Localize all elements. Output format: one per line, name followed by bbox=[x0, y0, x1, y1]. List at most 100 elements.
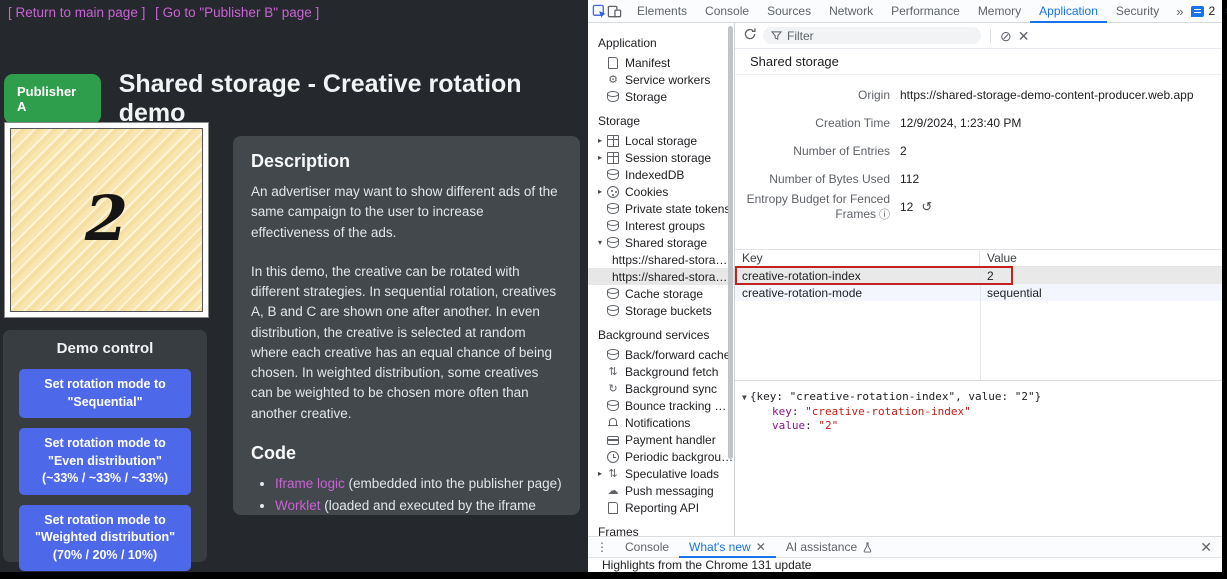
sidebar-item-label: https://shared-storage... bbox=[612, 270, 734, 284]
table-row[interactable]: creative-rotation-mode sequential bbox=[735, 284, 1222, 301]
sidebar-item-payment-handler[interactable]: Payment handler bbox=[588, 431, 734, 448]
funnel-icon bbox=[771, 30, 782, 41]
drawer-tab-console[interactable]: Console bbox=[615, 537, 679, 558]
tab-memory[interactable]: Memory bbox=[969, 0, 1030, 23]
drawer-tabbar: ⋮ Console What's new ✕ AI assistance ✕ bbox=[588, 536, 1222, 557]
whats-new-headline[interactable]: Highlights from the Chrome 131 update bbox=[602, 558, 811, 572]
sidebar-item-label: Manifest bbox=[625, 56, 670, 70]
close-drawer-icon[interactable]: ✕ bbox=[1200, 539, 1212, 555]
shared-storage-panel: ⊘ ✕ Shared storage Origin https://shared… bbox=[735, 23, 1222, 536]
filter-field[interactable] bbox=[763, 27, 981, 44]
sidebar-item-back-forward-cache[interactable]: Back/forward cache bbox=[588, 346, 734, 363]
sidebar-item-reporting-api[interactable]: Reporting API bbox=[588, 499, 734, 516]
tab-performance[interactable]: Performance bbox=[882, 0, 969, 23]
description-paragraph: In this demo, the creative can be rotate… bbox=[251, 262, 562, 424]
application-sidebar: Application Manifest Service workers Sto… bbox=[588, 23, 735, 536]
clear-all-icon[interactable]: ⊘ bbox=[1000, 29, 1012, 43]
sidebar-item-background-sync[interactable]: Background sync bbox=[588, 380, 734, 397]
sidebar-item-shared-storage-origin-1[interactable]: https://shared-storage... bbox=[588, 251, 734, 268]
publisher-b-link[interactable]: [ Go to "Publisher B" page ] bbox=[155, 5, 319, 20]
refresh-icon[interactable] bbox=[743, 27, 757, 44]
sidebar-item-bounce-tracking[interactable]: Bounce tracking miti... bbox=[588, 397, 734, 414]
issues-counter[interactable]: 2 bbox=[1191, 4, 1215, 18]
worklet-link[interactable]: Worklet bbox=[275, 498, 321, 513]
tab-network[interactable]: Network bbox=[820, 0, 882, 23]
sidebar-item-service-workers[interactable]: Service workers bbox=[588, 71, 734, 88]
column-header-key[interactable]: Key bbox=[735, 250, 980, 266]
sidebar-item-shared-storage-origin-2[interactable]: https://shared-storage... bbox=[588, 268, 734, 285]
tab-application[interactable]: Application bbox=[1030, 0, 1107, 23]
sidebar-item-label: Payment handler bbox=[625, 433, 716, 447]
expander-icon[interactable]: ▾ bbox=[598, 238, 607, 247]
sidebar-item-private-state-tokens[interactable]: Private state tokens bbox=[588, 200, 734, 217]
tab-sources[interactable]: Sources bbox=[758, 0, 820, 23]
sidebar-item-label: IndexedDB bbox=[625, 168, 684, 182]
close-tab-icon[interactable]: ✕ bbox=[756, 537, 766, 558]
iframe-logic-link[interactable]: Iframe logic bbox=[275, 476, 345, 491]
sidebar-item-cookies[interactable]: ▸Cookies bbox=[588, 183, 734, 200]
preview-property: key: "creative-rotation-index" bbox=[742, 405, 1222, 419]
sidebar-item-push-messaging[interactable]: Push messaging bbox=[588, 482, 734, 499]
metadata-row: Creation Time 12/9/2024, 1:23:40 PM bbox=[735, 109, 1222, 137]
up-down-arrows-icon bbox=[607, 468, 619, 480]
expander-icon[interactable]: ▸ bbox=[598, 136, 607, 145]
sidebar-item-indexeddb[interactable]: IndexedDB bbox=[588, 166, 734, 183]
sidebar-scrollbar-thumb[interactable] bbox=[728, 26, 733, 459]
preview-summary: {key: "creative-rotation-index", value: … bbox=[750, 390, 1041, 403]
sidebar-item-cache-storage[interactable]: Cache storage bbox=[588, 285, 734, 302]
button-line: "Sequential" bbox=[67, 395, 142, 409]
sidebar-item-label: Speculative loads bbox=[625, 467, 719, 481]
ad-creative-frame: 2 bbox=[4, 122, 209, 318]
field-label-text: Entropy Budget for Fenced Frames bbox=[747, 192, 890, 221]
cell-key: creative-rotation-mode bbox=[735, 286, 980, 300]
sidebar-item-speculative-loads[interactable]: ▸ Speculative loads bbox=[588, 465, 734, 482]
info-icon[interactable]: ⓘ bbox=[879, 209, 890, 221]
expander-icon[interactable]: ▸ bbox=[598, 153, 607, 162]
inspect-element-icon[interactable] bbox=[592, 0, 607, 22]
code-title: Code bbox=[251, 443, 562, 464]
file-icon bbox=[608, 502, 618, 514]
metadata-row: Entropy Budget for Fenced Framesⓘ 12 ↺ bbox=[735, 193, 1222, 221]
sidebar-item-periodic-background-sync[interactable]: Periodic backgroun... bbox=[588, 448, 734, 465]
tab-console[interactable]: Console bbox=[696, 0, 758, 23]
database-icon bbox=[607, 203, 619, 215]
sequential-mode-button[interactable]: Set rotation mode to "Sequential" bbox=[19, 369, 191, 418]
device-toolbar-icon[interactable] bbox=[607, 0, 622, 22]
sidebar-item-interest-groups[interactable]: Interest groups bbox=[588, 217, 734, 234]
more-tabs-icon[interactable]: » bbox=[1168, 4, 1191, 19]
sidebar-item-notifications[interactable]: Notifications bbox=[588, 414, 734, 431]
field-label: Origin bbox=[735, 88, 890, 102]
sidebar-item-manifest[interactable]: Manifest bbox=[588, 54, 734, 71]
cell-value: sequential bbox=[980, 286, 1222, 300]
expand-toggle-icon[interactable]: ▼ bbox=[742, 393, 747, 402]
tab-elements[interactable]: Elements bbox=[628, 0, 696, 23]
drawer-kebab-menu-icon[interactable]: ⋮ bbox=[588, 540, 615, 554]
drawer-tab-ai-assistance[interactable]: AI assistance bbox=[776, 537, 883, 558]
weighted-distribution-button[interactable]: Set rotation mode to "Weighted distribut… bbox=[19, 505, 191, 572]
sidebar-item-label: Service workers bbox=[625, 73, 710, 87]
sidebar-item-background-fetch[interactable]: Background fetch bbox=[588, 363, 734, 380]
return-main-link[interactable]: [ Return to main page ] bbox=[8, 5, 145, 20]
cloud-icon bbox=[607, 485, 619, 497]
drawer-tab-label: AI assistance bbox=[786, 537, 857, 558]
field-value-text: 12 bbox=[900, 200, 913, 214]
sidebar-item-storage[interactable]: Storage bbox=[588, 88, 734, 105]
expander-icon[interactable]: ▸ bbox=[598, 469, 607, 478]
demo-control-title: Demo control bbox=[3, 340, 207, 357]
sidebar-item-local-storage[interactable]: ▸Local storage bbox=[588, 132, 734, 149]
tab-security[interactable]: Security bbox=[1107, 0, 1168, 23]
drawer-tab-whats-new[interactable]: What's new ✕ bbox=[679, 537, 776, 558]
button-line: "Even distribution" bbox=[48, 454, 162, 468]
even-distribution-button[interactable]: Set rotation mode to "Even distribution"… bbox=[19, 428, 191, 495]
sidebar-item-storage-buckets[interactable]: Storage buckets bbox=[588, 302, 734, 319]
up-down-arrows-icon bbox=[607, 366, 619, 378]
column-header-value[interactable]: Value bbox=[980, 251, 1222, 265]
reset-budget-icon[interactable]: ↺ bbox=[921, 199, 932, 215]
sidebar-item-session-storage[interactable]: ▸Session storage bbox=[588, 149, 734, 166]
filter-input[interactable] bbox=[787, 29, 973, 43]
table-row[interactable]: creative-rotation-index 2 bbox=[735, 267, 1222, 284]
expander-icon[interactable]: ▸ bbox=[598, 187, 607, 196]
delete-selected-icon[interactable]: ✕ bbox=[1018, 29, 1030, 43]
column-divider[interactable] bbox=[980, 250, 981, 380]
sidebar-item-shared-storage[interactable]: ▾Shared storage bbox=[588, 234, 734, 251]
